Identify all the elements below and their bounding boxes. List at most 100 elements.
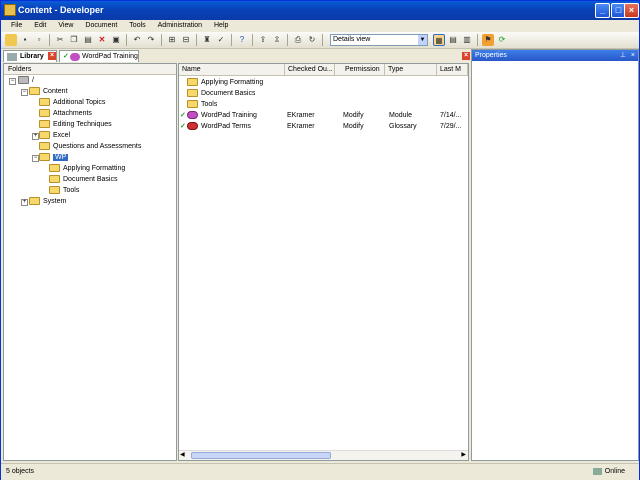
checked-out-icon: ✓ (180, 123, 186, 130)
redo-icon[interactable]: ↷ (145, 34, 157, 46)
horizontal-scrollbar[interactable]: ◀ ▶ (179, 450, 468, 460)
list-item[interactable]: Tools (179, 99, 468, 110)
glossary-icon (187, 122, 198, 131)
column-permission[interactable]: Permission (335, 64, 385, 76)
collapse-icon[interactable]: ⊟ (180, 34, 192, 46)
filter-icon[interactable]: ⚑ (482, 34, 494, 46)
close-properties-icon[interactable]: × (631, 50, 635, 61)
tree-editing-techniques[interactable]: Editing Techniques (39, 119, 112, 130)
sync-icon[interactable]: ⟳ (496, 34, 508, 46)
column-type[interactable]: Type (385, 64, 437, 76)
undo-icon[interactable]: ↶ (131, 34, 143, 46)
close-button[interactable]: × (624, 3, 639, 18)
minimize-button[interactable]: _ (595, 3, 610, 18)
list-item[interactable]: Applying Formatting (179, 77, 468, 88)
column-checked-out[interactable]: Checked Ou... (285, 64, 335, 76)
menu-document[interactable]: Document (79, 20, 123, 32)
layout-split-vertical-icon[interactable]: ▥ (461, 34, 473, 46)
title-bar[interactable]: Content - Developer _ □ × (1, 1, 639, 20)
menu-edit[interactable]: Edit (28, 20, 52, 32)
list-item[interactable]: Document Basics (179, 88, 468, 99)
network-icon (592, 467, 602, 475)
tree-root[interactable]: / (18, 75, 34, 86)
module-icon (70, 53, 80, 61)
collapse-wp-icon[interactable]: − (32, 155, 39, 162)
tree-attachments[interactable]: Attachments (39, 108, 92, 119)
refresh-icon[interactable]: ↻ (306, 34, 318, 46)
spellcheck-icon[interactable]: ✓ (215, 34, 227, 46)
menu-bar: File Edit View Document Tools Administra… (1, 20, 639, 32)
folder-icon (49, 186, 60, 195)
layout-details-icon[interactable]: ▦ (433, 34, 445, 46)
collapse-content-icon[interactable]: − (21, 89, 28, 96)
tree-content[interactable]: Content (29, 86, 68, 97)
tab-library-label: Library (20, 53, 44, 60)
expand-excel-icon[interactable]: + (32, 133, 39, 140)
tree-system[interactable]: System (29, 196, 66, 207)
print-icon[interactable]: ▫ (33, 34, 45, 46)
tree-excel[interactable]: Excel (39, 130, 70, 141)
help-icon[interactable]: ? (236, 34, 248, 46)
scroll-left-icon[interactable]: ◀ (180, 451, 185, 458)
tree-document-basics[interactable]: Document Basics (49, 174, 117, 185)
layout-split-horizontal-icon[interactable]: ▤ (447, 34, 459, 46)
import-icon[interactable]: ⇪ (257, 34, 269, 46)
folders-pane: Folders − / − Content Additional Topics … (3, 63, 177, 461)
publish-icon[interactable]: ⎙ (292, 34, 304, 46)
document-tabs: Library × ✓ WordPad Training × (3, 49, 471, 62)
folder-icon (49, 175, 60, 184)
find-icon[interactable]: ♜ (201, 34, 213, 46)
tree-questions[interactable]: Questions and Assessments (39, 141, 141, 152)
tab-wordpad-training[interactable]: ✓ WordPad Training (59, 50, 139, 62)
save-icon[interactable]: ▪ (19, 34, 31, 46)
properties-icon[interactable]: ▣ (110, 34, 122, 46)
checked-out-icon: ✓ (63, 53, 69, 60)
tree-additional-topics[interactable]: Additional Topics (39, 97, 105, 108)
online-status: Online (592, 464, 625, 480)
collapse-root-icon[interactable]: − (9, 78, 16, 85)
expand-system-icon[interactable]: + (21, 199, 28, 206)
scrollbar-thumb[interactable] (191, 452, 331, 459)
properties-header: Properties ⊥ × (472, 50, 638, 61)
status-bar: 5 objects Online (1, 463, 639, 480)
chevron-down-icon[interactable]: ▼ (418, 35, 427, 45)
menu-administration[interactable]: Administration (152, 20, 208, 32)
menu-help[interactable]: Help (208, 20, 234, 32)
folder-icon (49, 164, 60, 173)
column-last-modified[interactable]: Last M (437, 64, 468, 76)
scroll-right-icon[interactable]: ▶ (461, 451, 466, 458)
folder-icon (29, 197, 40, 206)
folder-icon (29, 87, 40, 96)
tree-tools[interactable]: Tools (49, 185, 79, 196)
app-icon (4, 4, 16, 16)
folder-icon (39, 142, 50, 151)
close-tab-icon[interactable]: × (48, 52, 56, 60)
folder-icon (187, 100, 198, 109)
tree-applying-formatting[interactable]: Applying Formatting (49, 163, 125, 174)
drive-icon (18, 76, 29, 85)
tab-doc-label: WordPad Training (82, 53, 138, 60)
menu-view[interactable]: View (52, 20, 79, 32)
module-icon (187, 111, 198, 120)
view-select-value: Details view (333, 36, 371, 43)
list-item[interactable]: ✓ WordPad Terms EKramer Modify Glossary … (179, 121, 468, 132)
app-window: Content - Developer _ □ × File Edit View… (0, 0, 640, 480)
column-name[interactable]: Name (179, 64, 285, 76)
folders-header: Folders (4, 64, 176, 75)
close-document-icon[interactable]: × (462, 52, 470, 60)
cut-icon[interactable]: ✂ (54, 34, 66, 46)
menu-file[interactable]: File (5, 20, 28, 32)
pin-icon[interactable]: ⊥ (620, 50, 626, 61)
folder-icon (39, 153, 50, 162)
copy-icon[interactable]: ❐ (68, 34, 80, 46)
menu-tools[interactable]: Tools (123, 20, 151, 32)
paste-icon[interactable]: ▤ (82, 34, 94, 46)
export-icon[interactable]: ⇫ (271, 34, 283, 46)
folder-icon (187, 89, 198, 98)
expand-icon[interactable]: ⊞ (166, 34, 178, 46)
delete-icon[interactable]: ✕ (96, 34, 108, 46)
list-item[interactable]: ✓ WordPad Training EKramer Modify Module… (179, 110, 468, 121)
tree-wp[interactable]: WP (39, 152, 69, 163)
view-select[interactable]: Details view ▼ (330, 34, 428, 46)
open-folder-icon[interactable] (5, 34, 17, 46)
